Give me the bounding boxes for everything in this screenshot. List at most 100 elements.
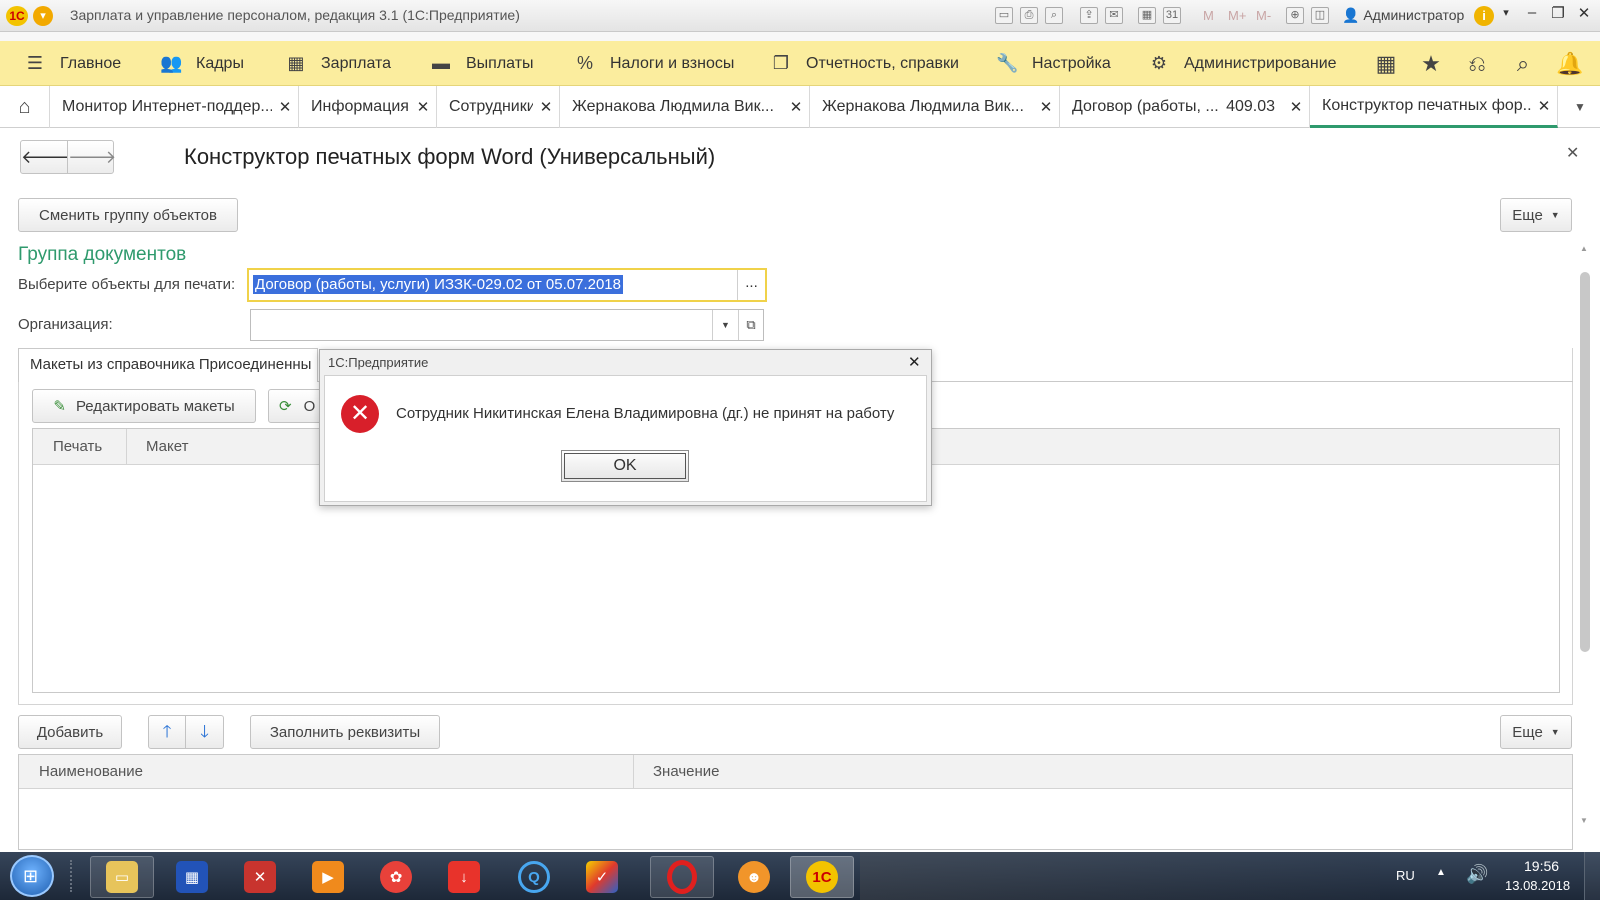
hamburger-icon: ☰ [26,53,44,73]
change-group-button[interactable]: Сменить группу объектов [18,198,238,232]
memory-m[interactable]: M [1203,8,1214,23]
scroll-up-icon[interactable]: ▲ [1580,244,1588,253]
search-icon[interactable]: ⌕ [1510,51,1536,77]
tab-contract[interactable]: Договор (работы, ... 409.03 ✕ [1060,86,1310,128]
save-icon[interactable]: ▭ [995,7,1013,24]
clock-time[interactable]: 19:56 [1524,858,1559,874]
vertical-scrollbar[interactable]: ▲ ▼ [1577,244,1593,826]
fill-props-button[interactable]: Заполнить реквизиты [250,715,440,749]
tab-info[interactable]: Информация ✕ [299,86,437,128]
taskbar-torrent[interactable]: Q [502,856,566,898]
tab-monitor[interactable]: Монитор Интернет-поддер... ✕ [50,86,299,128]
ellipsis-button[interactable]: ... [737,270,765,300]
col-print[interactable]: Печать [53,438,102,455]
app-logo[interactable]: 1С [6,6,28,26]
close-window-icon[interactable]: ✕ [1574,4,1594,22]
tab-employee-1[interactable]: Жернакова Людмила Вик... ✕ [560,86,810,128]
preview-icon[interactable]: ⌕ [1045,7,1063,24]
menu-item-salary[interactable]: ▦ Зарплата [285,41,391,86]
app-menu-icon[interactable]: ▾ [33,6,53,26]
memory-minus[interactable]: M- [1256,8,1271,23]
taskbar-calculator[interactable]: ▦ [160,856,224,898]
more-button-2[interactable]: Еще ▼ [1500,715,1572,749]
menu-item-payments[interactable]: ▬ Выплаты [430,41,534,86]
panels-icon[interactable]: ◫ [1311,7,1329,24]
taskbar-app-red[interactable]: ✿ [364,856,428,898]
move-up-icon[interactable]: 🡑 [149,716,186,748]
start-button[interactable]: ⊞ [10,855,54,897]
main-menu: ☰ Главное 👥 Кадры ▦ Зарплата ▬ Выплаты % Нало… [0,41,1600,86]
home-icon[interactable]: ⌂ [0,86,50,128]
upload-icon[interactable]: ⇪ [1080,7,1098,24]
taskbar-pdf[interactable]: ✕ [228,856,292,898]
favorites-star-icon[interactable]: ★ [1418,51,1444,77]
col-value[interactable]: Значение [653,763,720,780]
edit-layouts-button[interactable]: ✎ Редактировать макеты [32,389,256,423]
taskbar-explorer[interactable]: ▭ [90,856,154,898]
print-icon[interactable]: ⎙ [1020,7,1038,24]
menu-item-main[interactable]: ☰ Главное [24,41,121,86]
close-icon[interactable]: ✕ [1283,98,1309,116]
taskbar-1c[interactable]: 1С [790,856,854,898]
apps-grid-icon[interactable]: ▦ [1373,51,1399,77]
taskbar-media[interactable]: ▶ [296,856,360,898]
zoom-icon[interactable]: ⊕ [1286,7,1304,24]
scroll-down-icon[interactable]: ▼ [1580,816,1588,825]
dropdown-icon[interactable]: ▾ [1496,6,1516,19]
more-button[interactable]: Еще ▼ [1500,198,1572,232]
scroll-thumb[interactable] [1580,272,1590,652]
q-icon: Q [518,861,550,893]
tray-expand-icon[interactable]: ▲ [1436,867,1446,878]
layouts-panel-tab[interactable]: Макеты из справочника Присоединенны [18,348,318,382]
dialog-close-icon[interactable]: ✕ [908,353,921,371]
ok-button[interactable]: OK [561,450,689,482]
restore-icon[interactable]: ❐ [1548,4,1568,22]
close-icon[interactable]: ✕ [272,98,298,116]
calendar-icon[interactable]: 31 [1163,7,1181,24]
menu-item-reports[interactable]: ❐ Отчетность, справки [770,41,959,86]
bell-icon[interactable]: 🔔 [1556,51,1583,77]
move-down-icon[interactable]: 🡓 [186,716,223,748]
taskbar-office[interactable]: ✓ [570,856,634,898]
close-icon[interactable]: ✕ [533,98,559,116]
add-button[interactable]: Добавить [18,715,122,749]
objects-field[interactable]: Договор (работы, услуги) ИЗЗК-029.02 от … [247,268,767,302]
menu-item-taxes[interactable]: % Налоги и взносы [574,41,734,86]
tab-employees[interactable]: Сотрудники ✕ [437,86,560,128]
send-icon[interactable]: ✉ [1105,7,1123,24]
taskbar-opera[interactable] [650,856,714,898]
calculator-icon[interactable]: ▦ [1138,7,1156,24]
minimize-icon[interactable]: – [1522,4,1542,21]
memory-plus[interactable]: M+ [1228,8,1246,23]
org-field[interactable]: ▼ ⧉ [250,309,764,341]
tab-bar: ⌂ Монитор Интернет-поддер... ✕ Информация… [0,86,1600,128]
org-dropdown-icon[interactable]: ▼ [712,310,738,340]
show-desktop-button[interactable] [1584,852,1600,900]
close-icon[interactable]: ✕ [410,98,436,116]
tabs-dropdown-icon[interactable]: ▼ [1560,86,1600,128]
menu-item-settings[interactable]: 🔧 Настройка [996,41,1111,86]
user-menu[interactable]: 👤 Администратор [1342,7,1464,24]
taskbar-game[interactable]: ☻ [722,856,786,898]
close-icon[interactable]: ✕ [783,98,809,116]
close-icon[interactable]: ✕ [1033,98,1059,116]
tab-print-constructor[interactable]: Конструктор печатных фор... ✕ [1310,86,1558,128]
volume-icon[interactable]: 🔊 [1466,864,1488,885]
tab-employee-2[interactable]: Жернакова Людмила Вик... ✕ [810,86,1060,128]
menu-item-hr[interactable]: 👥 Кадры [160,41,244,86]
close-form-icon[interactable]: ✕ [1566,143,1579,163]
forward-arrow-icon[interactable]: 🡒 [68,141,116,173]
dialog-body: ✕ Сотрудник Никитинская Елена Владимиров… [324,375,927,502]
col-layout[interactable]: Макет [146,438,188,455]
col-name[interactable]: Наименование [39,763,143,780]
close-icon[interactable]: ✕ [1531,97,1557,115]
taskbar-empty [860,852,1380,900]
menu-item-admin[interactable]: ⚙ Администрирование [1148,41,1337,86]
clock-date[interactable]: 13.08.2018 [1505,878,1570,893]
open-icon[interactable]: ⧉ [738,310,763,340]
info-icon[interactable]: i [1474,6,1494,26]
language-indicator[interactable]: RU [1396,868,1415,883]
history-icon[interactable]: ⎌ [1464,51,1490,77]
back-arrow-icon[interactable]: 🡐 [21,141,69,173]
taskbar-downloader[interactable]: ↓ [432,856,496,898]
